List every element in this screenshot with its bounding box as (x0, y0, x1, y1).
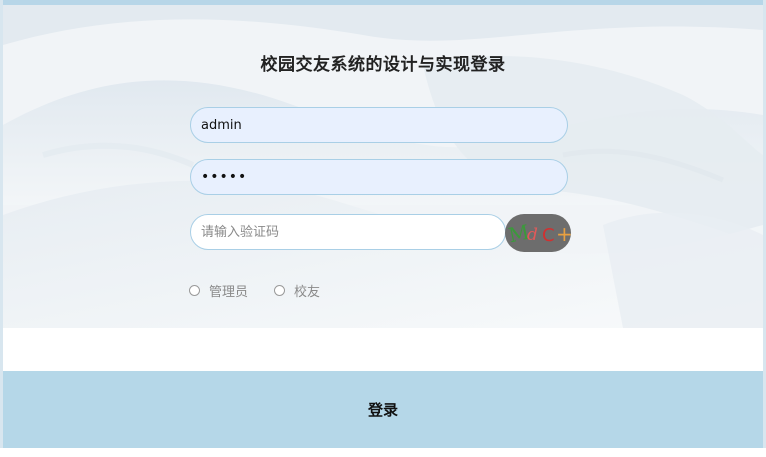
page-title: 校园交友系统的设计与实现登录 (260, 55, 506, 75)
captcha-image[interactable]: M d C + (505, 214, 571, 252)
radio-icon[interactable] (189, 285, 200, 296)
password-input[interactable] (190, 159, 568, 195)
bottom-strip (0, 448, 766, 457)
role-label-alumni: 校友 (294, 285, 321, 300)
role-option-alumni[interactable]: 校友 (274, 281, 320, 300)
role-label-admin: 管理员 (209, 285, 249, 300)
login-button[interactable]: 登录 (3, 371, 763, 448)
role-selector: 管理员 校友 (189, 281, 346, 300)
captcha-char-3: C (542, 225, 555, 246)
radio-icon[interactable] (274, 285, 286, 296)
role-option-admin[interactable]: 管理员 (189, 281, 248, 300)
page-frame: 校园交友系统的设计与实现登录 M d C + 管理员 校友 登录 (0, 0, 766, 457)
captcha-input[interactable] (190, 214, 506, 250)
captcha-glyphs: M d C + (506, 220, 571, 248)
username-input[interactable] (190, 107, 568, 143)
login-button-label: 登录 (367, 401, 398, 419)
captcha-char-2: d (527, 225, 538, 245)
